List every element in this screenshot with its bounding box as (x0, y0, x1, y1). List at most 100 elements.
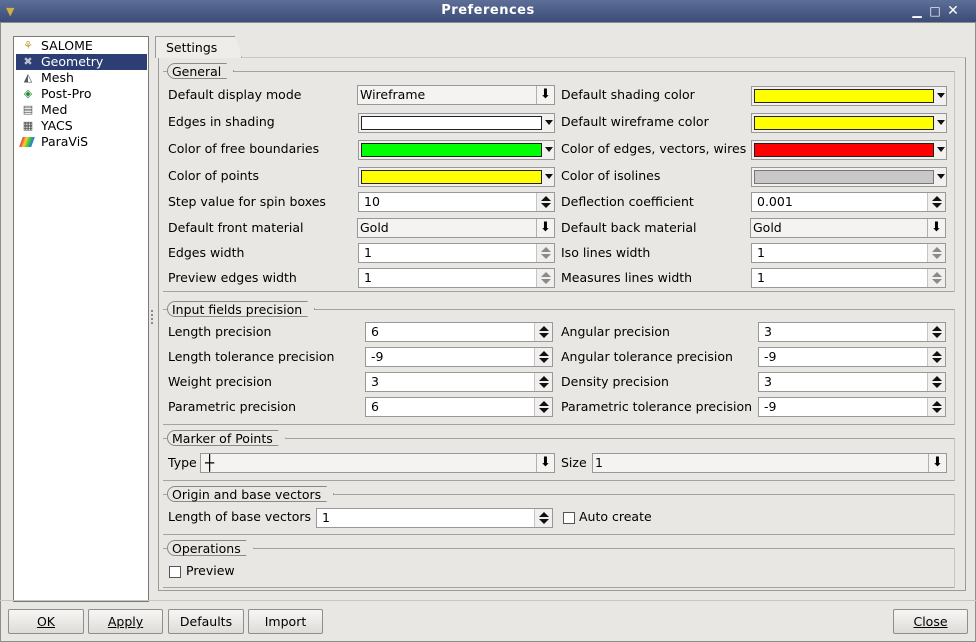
parametric-tolerance-label: Parametric tolerance precision (561, 399, 753, 414)
close-window-icon[interactable]: ✕ (947, 4, 959, 18)
preview-edges-width-spinbox[interactable]: 1 (358, 268, 555, 288)
sidebar-item-post-pro[interactable]: ◈ Post-Pro (16, 86, 147, 102)
maximize-icon[interactable]: □ (929, 5, 941, 17)
measures-lines-width-spinbox[interactable]: 1 (751, 268, 946, 288)
sidebar-item-mesh[interactable]: ◭ Mesh (16, 70, 147, 86)
parametric-precision-label: Parametric precision (168, 399, 297, 414)
spin-arrows-icon[interactable] (927, 398, 945, 416)
spin-arrows-icon[interactable] (927, 269, 945, 287)
length-tolerance-spinbox[interactable]: -9 (365, 347, 553, 367)
operations-group-title: Operations (167, 540, 254, 556)
iso-lines-width-spinbox[interactable]: 1 (751, 243, 946, 263)
default-display-mode-select[interactable]: Wireframe ⬇ (357, 85, 555, 105)
defaults-button[interactable]: Defaults (168, 609, 244, 634)
edges-width-value: 1 (364, 245, 372, 260)
points-color-button[interactable] (358, 167, 555, 187)
isolines-color-swatch (754, 170, 934, 184)
spin-arrows-icon[interactable] (536, 269, 554, 287)
marker-type-select[interactable]: ┼ ⬇ (200, 453, 555, 473)
sidebar-item-label: ParaViS (41, 134, 89, 149)
marker-size-select[interactable]: 1 ⬇ (592, 453, 947, 473)
sidebar-item-geometry[interactable]: ✖ Geometry (16, 54, 147, 70)
post-pro-icon: ◈ (23, 87, 33, 100)
length-tolerance-value: -9 (371, 349, 384, 364)
weight-precision-spinbox[interactable]: 3 (365, 372, 553, 392)
weight-precision-value: 3 (371, 374, 379, 389)
preview-edges-width-label: Preview edges width (168, 270, 297, 285)
edges-vectors-swatch (754, 143, 934, 157)
step-value-spinbox[interactable]: 10 (358, 192, 555, 212)
preview-checkbox[interactable] (169, 566, 181, 578)
spin-arrows-icon[interactable] (534, 509, 552, 527)
angular-tolerance-spinbox[interactable]: -9 (758, 347, 946, 367)
shading-color-button[interactable] (751, 86, 947, 106)
spin-arrows-icon[interactable] (927, 244, 945, 262)
length-precision-spinbox[interactable]: 6 (365, 322, 553, 342)
back-material-value: Gold (753, 220, 782, 235)
sidebar-item-paravis[interactable]: ParaViS (16, 134, 147, 150)
angular-precision-value: 3 (764, 324, 772, 339)
sidebar-item-yacs[interactable]: ▦ YACS (16, 118, 147, 134)
parametric-tolerance-spinbox[interactable]: -9 (758, 397, 946, 417)
points-color-swatch (361, 170, 542, 184)
spin-arrows-icon[interactable] (534, 373, 552, 391)
sidebar-item-salome[interactable]: ⚘ SALOME (16, 38, 147, 54)
import-button[interactable]: Import (248, 609, 323, 634)
edges-vectors-color-label: Color of edges, vectors, wires (561, 141, 747, 156)
deflection-value: 0.001 (757, 194, 793, 209)
back-material-label: Default back material (561, 220, 697, 235)
edges-width-spinbox[interactable]: 1 (358, 243, 555, 263)
marker-size-value: 1 (595, 455, 603, 470)
angular-tolerance-label: Angular tolerance precision (561, 349, 733, 364)
sidebar-item-label: Geometry (41, 54, 104, 69)
density-precision-label: Density precision (561, 374, 669, 389)
preview-label: Preview (186, 563, 235, 578)
sidebar-item-label: Mesh (41, 70, 74, 85)
front-material-select[interactable]: Gold ⬇ (357, 218, 555, 238)
spin-arrows-icon[interactable] (927, 373, 945, 391)
wireframe-color-button[interactable] (751, 113, 947, 133)
length-tolerance-label: Length tolerance precision (168, 349, 335, 364)
parametric-precision-spinbox[interactable]: 6 (365, 397, 553, 417)
ok-button[interactable]: OK (8, 609, 84, 634)
isolines-color-button[interactable] (751, 167, 947, 187)
apply-button[interactable]: Apply (88, 609, 163, 634)
close-button[interactable]: Close (893, 609, 968, 634)
splitter-handle[interactable] (151, 310, 153, 324)
angular-precision-spinbox[interactable]: 3 (758, 322, 946, 342)
free-boundaries-color-label: Color of free boundaries (168, 141, 320, 156)
tab-settings[interactable]: Settings (155, 36, 242, 58)
parametric-tolerance-value: -9 (764, 399, 777, 414)
density-precision-spinbox[interactable]: 3 (758, 372, 946, 392)
back-material-select[interactable]: Gold ⬇ (750, 218, 946, 238)
spin-arrows-icon[interactable] (534, 398, 552, 416)
step-value-label: Step value for spin boxes (168, 194, 326, 209)
spin-arrows-icon[interactable] (536, 193, 554, 211)
spin-arrows-icon[interactable] (534, 323, 552, 341)
spin-arrows-icon[interactable] (927, 323, 945, 341)
minimize-icon[interactable]: ▁ (911, 5, 923, 17)
measures-lines-width-label: Measures lines width (561, 270, 693, 285)
base-vectors-length-spinbox[interactable]: 1 (316, 508, 553, 528)
weight-precision-label: Weight precision (168, 374, 272, 389)
general-group-title: General (167, 63, 234, 79)
mesh-icon: ◭ (23, 71, 33, 84)
spin-arrows-icon[interactable] (534, 348, 552, 366)
edges-vectors-color-button[interactable] (751, 140, 947, 160)
free-boundaries-color-button[interactable] (358, 140, 555, 160)
wireframe-color-label: Default wireframe color (561, 114, 709, 129)
default-display-mode-label: Default display mode (168, 87, 302, 102)
sidebar-item-label: Post-Pro (41, 86, 92, 101)
spin-arrows-icon[interactable] (927, 193, 945, 211)
front-material-label: Default front material (168, 220, 304, 235)
spin-arrows-icon[interactable] (536, 244, 554, 262)
deflection-spinbox[interactable]: 0.001 (751, 192, 946, 212)
edges-in-shading-color-button[interactable] (358, 113, 555, 133)
sidebar-item-med[interactable]: ▤ Med (16, 102, 147, 118)
arrow-down-icon: ⬇ (927, 219, 945, 237)
title-bar: ▼ Preferences ▁ □ ✕ (0, 0, 976, 22)
auto-create-checkbox[interactable] (563, 512, 575, 524)
arrow-down-icon: ⬇ (536, 86, 554, 104)
sidebar-item-label: Med (41, 102, 68, 117)
spin-arrows-icon[interactable] (927, 348, 945, 366)
